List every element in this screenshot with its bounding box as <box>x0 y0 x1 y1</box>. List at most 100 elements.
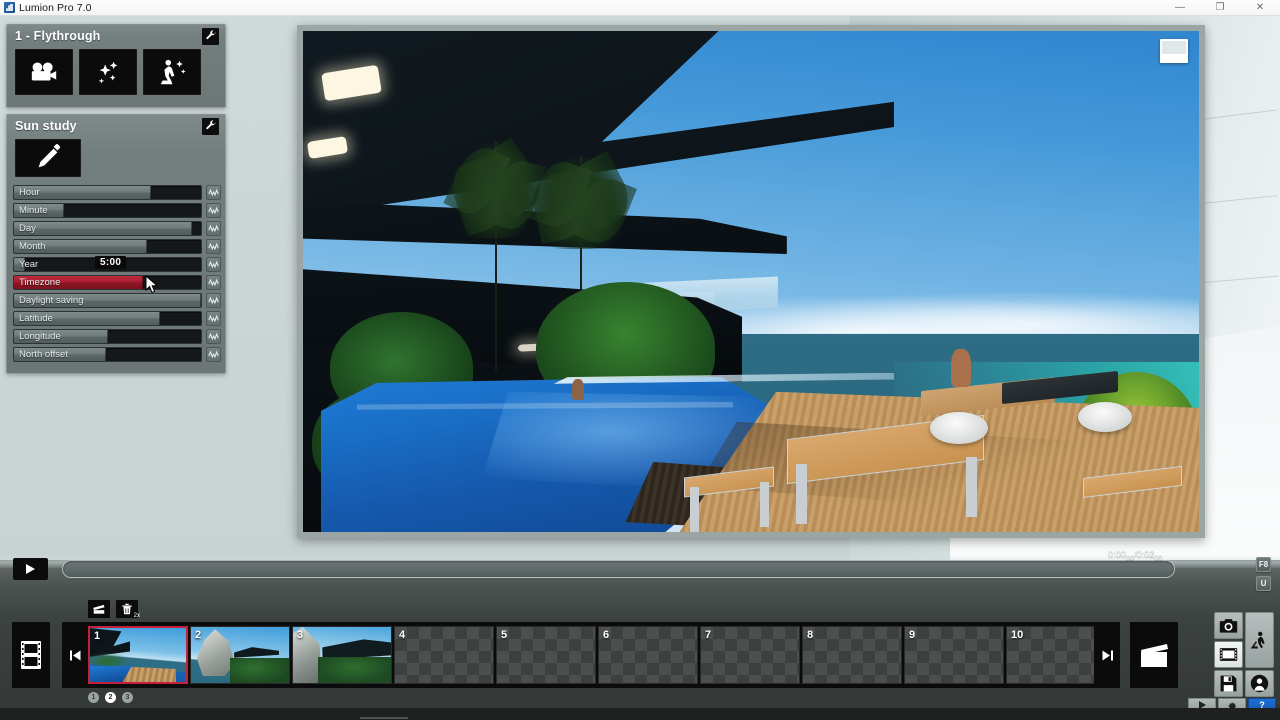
flythrough-buttons <box>7 47 225 99</box>
clip-item-3[interactable]: 3 <box>292 626 392 684</box>
clip-item-6[interactable]: 6 <box>598 626 698 684</box>
close-button[interactable]: ✕ <box>1240 0 1280 16</box>
slider-label: Month <box>19 241 46 252</box>
slider-row-minute: Minute <box>13 203 221 218</box>
clip-tools: 2x <box>88 600 140 619</box>
waveform-curve-icon[interactable] <box>206 311 221 326</box>
slider-label: Year <box>19 259 39 270</box>
page-dot-1[interactable]: 1 <box>88 692 99 703</box>
waveform-curve-icon[interactable] <box>206 221 221 236</box>
mode-dock <box>1214 612 1274 697</box>
clip-list: 1 2 3 4 5 6 7 8 9 10 <box>88 625 1094 685</box>
render-person-sitting <box>950 349 971 387</box>
waveform-curve-icon[interactable] <box>206 275 221 290</box>
timecode-total-frames: 00 <box>1154 554 1163 562</box>
3d-render-viewport[interactable] <box>303 31 1199 532</box>
page-dot-3[interactable]: 3 <box>122 692 133 703</box>
clip-number: 5 <box>501 629 508 641</box>
skip-to-start-button[interactable] <box>62 622 88 688</box>
clapper-add-icon[interactable] <box>88 600 110 618</box>
render-table-leg <box>966 456 977 517</box>
clip-number: 6 <box>603 629 610 641</box>
floppy-disk-icon[interactable] <box>1214 670 1243 697</box>
slider-label: Day <box>19 223 36 234</box>
clip-thumbnail <box>90 628 186 682</box>
clapperboard-icon[interactable] <box>1130 622 1178 688</box>
slider-label: Hour <box>19 187 40 198</box>
window-title-bar: Lumion Pro 7.0 — ❐ ✕ <box>0 0 1280 16</box>
slider-day[interactable]: Day <box>13 221 202 236</box>
keycap-shortcuts: F8 U <box>1256 557 1271 595</box>
slider-row-daylight-saving: Daylight saving <box>13 293 221 308</box>
timecode-total: 0:02 <box>1136 549 1155 559</box>
key-u[interactable]: U <box>1256 576 1271 591</box>
movie-camera-icon[interactable] <box>15 49 73 95</box>
skip-to-end-button[interactable] <box>1094 622 1120 688</box>
key-f8[interactable]: F8 <box>1256 557 1271 572</box>
film-strip-button[interactable] <box>12 622 50 688</box>
window-title: Lumion Pro 7.0 <box>19 1 92 14</box>
sparkles-icon[interactable] <box>79 49 137 95</box>
clip-page-dots: 1 2 3 <box>88 692 133 703</box>
clip-item-1[interactable]: 1 <box>88 626 188 684</box>
timeline-bar <box>0 541 1280 596</box>
sun-study-panel-header: Sun study <box>7 115 225 137</box>
minimize-button[interactable]: — <box>1160 0 1200 16</box>
slider-label: North offset <box>19 349 68 360</box>
slider-minute[interactable]: Minute <box>13 203 202 218</box>
slider-row-latitude: Latitude <box>13 311 221 326</box>
clip-item-8[interactable]: 8 <box>802 626 902 684</box>
waveform-curve-icon[interactable] <box>206 203 221 218</box>
slider-timezone[interactable]: Timezone <box>13 275 202 290</box>
taskbar-item[interactable] <box>360 717 408 719</box>
person-worker-icon[interactable] <box>1245 612 1274 668</box>
timecode-display: 0:0000/0:0200 <box>1108 549 1162 562</box>
slider-label: Minute <box>19 205 48 216</box>
waveform-curve-icon[interactable] <box>206 239 221 254</box>
waveform-curve-icon[interactable] <box>206 257 221 272</box>
slider-label: Longitude <box>19 331 61 342</box>
slider-label: Timezone <box>19 277 61 288</box>
clip-item-4[interactable]: 4 <box>394 626 494 684</box>
clip-number: 1 <box>94 630 101 642</box>
slider-row-month: Month <box>13 239 221 254</box>
flythrough-panel-header: 1 - Flythrough <box>7 25 225 47</box>
waveform-curve-icon[interactable] <box>206 329 221 344</box>
clip-item-9[interactable]: 9 <box>904 626 1004 684</box>
viewport-thumbnail-widget[interactable] <box>1160 39 1188 63</box>
person-sparkle-icon[interactable] <box>143 49 201 95</box>
wrench-icon[interactable] <box>202 117 219 135</box>
slider-label: Latitude <box>19 313 53 324</box>
waveform-curve-icon[interactable] <box>206 293 221 308</box>
film-reel-icon[interactable] <box>1214 641 1243 668</box>
waveform-curve-icon[interactable] <box>206 185 221 200</box>
clip-item-5[interactable]: 5 <box>496 626 596 684</box>
trash-icon[interactable]: 2x <box>116 600 140 619</box>
clip-number: 10 <box>1011 629 1024 641</box>
timeline-scrubber[interactable] <box>62 560 1175 578</box>
pencil-icon[interactable] <box>15 139 81 177</box>
sun-study-panel: Sun study Hour Minute Day Month Year Tim… <box>6 114 226 374</box>
maximize-button[interactable]: ❐ <box>1200 0 1240 16</box>
render-person-wading <box>571 379 585 401</box>
clip-item-10[interactable]: 10 <box>1006 626 1094 684</box>
play-button[interactable] <box>13 558 48 580</box>
flythrough-panel: 1 - Flythrough <box>6 24 226 108</box>
waveform-curve-icon[interactable] <box>206 347 221 362</box>
wrench-icon[interactable] <box>202 27 219 45</box>
clip-item-2[interactable]: 2 <box>190 626 290 684</box>
slider-row-day: Day <box>13 221 221 236</box>
slider-longitude[interactable]: Longitude <box>13 329 202 344</box>
render-palm-tree <box>443 137 550 372</box>
slider-hour[interactable]: Hour <box>13 185 202 200</box>
slider-north-offset[interactable]: North offset <box>13 347 202 362</box>
slider-latitude[interactable]: Latitude <box>13 311 202 326</box>
person-circle-icon[interactable] <box>1245 670 1274 697</box>
slider-daylight-saving[interactable]: Daylight saving <box>13 293 202 308</box>
render-table-leg <box>795 464 807 525</box>
slider-month[interactable]: Month <box>13 239 202 254</box>
camera-icon[interactable] <box>1214 612 1243 639</box>
windows-taskbar <box>0 708 1280 720</box>
clip-item-7[interactable]: 7 <box>700 626 800 684</box>
page-dot-2[interactable]: 2 <box>105 692 116 703</box>
